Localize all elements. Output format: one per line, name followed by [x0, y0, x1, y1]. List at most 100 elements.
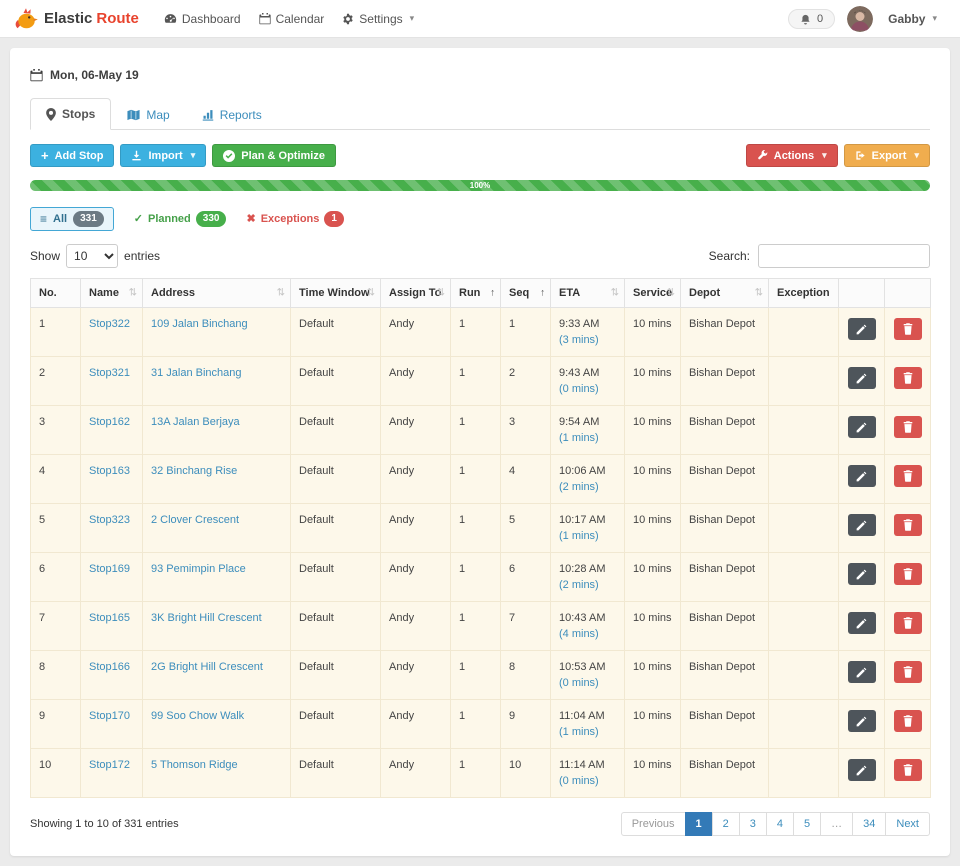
brand-text-route: Route [96, 10, 139, 27]
edit-stop-button[interactable] [848, 318, 876, 340]
pagination-page-2[interactable]: 2 [712, 812, 740, 836]
stop-name-link[interactable]: Stop169 [89, 563, 130, 575]
cell-delete [885, 602, 931, 651]
export-label: Export [872, 150, 907, 162]
edit-stop-button[interactable] [848, 465, 876, 487]
edit-stop-button[interactable] [848, 563, 876, 585]
cell-service: 10 mins [625, 700, 681, 749]
search-input[interactable] [758, 244, 930, 268]
stop-address-link[interactable]: 5 Thomson Ridge [151, 759, 238, 771]
cell-seq: 8 [501, 651, 551, 700]
edit-stop-button[interactable] [848, 759, 876, 781]
delete-stop-button[interactable] [894, 465, 922, 487]
stop-name-link[interactable]: Stop322 [89, 318, 130, 330]
import-label: Import [148, 150, 182, 162]
cell-address: 99 Soo Chow Walk [143, 700, 291, 749]
delete-stop-button[interactable] [894, 612, 922, 634]
column-header-label: Run [459, 287, 480, 299]
pagination-page-34[interactable]: 34 [852, 812, 886, 836]
add-stop-button[interactable]: + Add Stop [30, 144, 114, 167]
export-button[interactable]: Export ▾ [844, 144, 930, 167]
pagination-page-3[interactable]: 3 [739, 812, 767, 836]
tab-stops[interactable]: Stops [30, 98, 111, 130]
stop-name-link[interactable]: Stop162 [89, 416, 130, 428]
main-card: Mon, 06-May 19 Stops Map Reports [10, 48, 950, 856]
stop-address-link[interactable]: 3K Bright Hill Crescent [151, 612, 262, 624]
cell-eta: 11:04 AM(1 mins) [551, 700, 625, 749]
column-header-run[interactable]: Run↑ [451, 279, 501, 308]
delete-stop-button[interactable] [894, 759, 922, 781]
stop-name-link[interactable]: Stop165 [89, 612, 130, 624]
actions-button[interactable]: Actions ▾ [746, 144, 838, 167]
cell-name: Stop165 [81, 602, 143, 651]
stop-name-link[interactable]: Stop166 [89, 661, 130, 673]
pagination-page-5[interactable]: 5 [793, 812, 821, 836]
edit-stop-button[interactable] [848, 661, 876, 683]
nav-calendar[interactable]: Calendar [250, 12, 334, 26]
column-header-service[interactable]: Service⇅ [625, 279, 681, 308]
column-header-seq[interactable]: Seq↑ [501, 279, 551, 308]
stop-name-link[interactable]: Stop163 [89, 465, 130, 477]
tab-reports[interactable]: Reports [186, 98, 278, 130]
stop-address-link[interactable]: 2 Clover Crescent [151, 514, 239, 526]
pagination-page-4[interactable]: 4 [766, 812, 794, 836]
edit-stop-button[interactable] [848, 367, 876, 389]
import-button[interactable]: Import ▾ [120, 144, 206, 167]
delete-stop-button[interactable] [894, 416, 922, 438]
pagination-page-1[interactable]: 1 [685, 812, 713, 836]
column-header-assign-to[interactable]: Assign To⇅ [381, 279, 451, 308]
column-header-no[interactable]: No. [31, 279, 81, 308]
filter-planned-button[interactable]: ✓ Planned 330 [134, 211, 227, 227]
tab-map[interactable]: Map [111, 98, 185, 130]
pagination-next[interactable]: Next [885, 812, 930, 836]
stop-address-link[interactable]: 13A Jalan Berjaya [151, 416, 240, 428]
cell-eta: 10:28 AM(2 mins) [551, 553, 625, 602]
nav-dashboard[interactable]: Dashboard [155, 12, 250, 26]
stop-name-link[interactable]: Stop321 [89, 367, 130, 379]
delete-stop-button[interactable] [894, 318, 922, 340]
plan-optimize-button[interactable]: Plan & Optimize [212, 144, 336, 167]
filter-exceptions-button[interactable]: ✖ Exceptions 1 [246, 211, 343, 227]
stop-name-link[interactable]: Stop170 [89, 710, 130, 722]
date-selector[interactable]: Mon, 06-May 19 [30, 64, 930, 84]
eta-time: 10:43 AM [559, 612, 616, 624]
nav-settings[interactable]: Settings ▾ [333, 12, 423, 26]
delete-stop-button[interactable] [894, 514, 922, 536]
pagination-prev[interactable]: Previous [621, 812, 686, 836]
stop-address-link[interactable]: 93 Pemimpin Place [151, 563, 246, 575]
filter-all-button[interactable]: ≡ All 331 [30, 207, 114, 231]
avatar[interactable] [847, 6, 873, 32]
cell-address: 93 Pemimpin Place [143, 553, 291, 602]
delete-stop-button[interactable] [894, 710, 922, 732]
tab-reports-label: Reports [220, 108, 262, 122]
stop-address-link[interactable]: 2G Bright Hill Crescent [151, 661, 263, 673]
column-header-depot[interactable]: Depot⇅ [681, 279, 769, 308]
edit-stop-button[interactable] [848, 514, 876, 536]
delete-stop-button[interactable] [894, 563, 922, 585]
stop-name-link[interactable]: Stop323 [89, 514, 130, 526]
stop-address-link[interactable]: 99 Soo Chow Walk [151, 710, 244, 722]
column-header-name[interactable]: Name⇅ [81, 279, 143, 308]
entries-select[interactable]: 10 [66, 244, 118, 268]
stop-address-link[interactable]: 109 Jalan Binchang [151, 318, 248, 330]
user-menu[interactable]: Gabby ▾ [879, 12, 946, 26]
edit-stop-button[interactable] [848, 416, 876, 438]
delete-stop-button[interactable] [894, 661, 922, 683]
delete-stop-button[interactable] [894, 367, 922, 389]
stop-address-link[interactable]: 32 Binchang Rise [151, 465, 237, 477]
stop-address-link[interactable]: 31 Jalan Binchang [151, 367, 242, 379]
edit-stop-button[interactable] [848, 612, 876, 634]
column-header-eta[interactable]: ETA⇅ [551, 279, 625, 308]
edit-stop-button[interactable] [848, 710, 876, 732]
column-header-time-window[interactable]: Time Window⇅ [291, 279, 381, 308]
cell-depot: Bishan Depot [681, 455, 769, 504]
sort-icon: ⇅ [755, 288, 763, 299]
brand-logo[interactable]: ElasticRoute [14, 7, 139, 31]
stop-name-link[interactable]: Stop172 [89, 759, 130, 771]
cell-depot: Bishan Depot [681, 504, 769, 553]
notifications-button[interactable]: 0 [788, 9, 835, 29]
column-header-address[interactable]: Address⇅ [143, 279, 291, 308]
column-header-exception[interactable]: Exception [769, 279, 839, 308]
cell-run: 1 [451, 602, 501, 651]
cell-time-window: Default [291, 749, 381, 798]
